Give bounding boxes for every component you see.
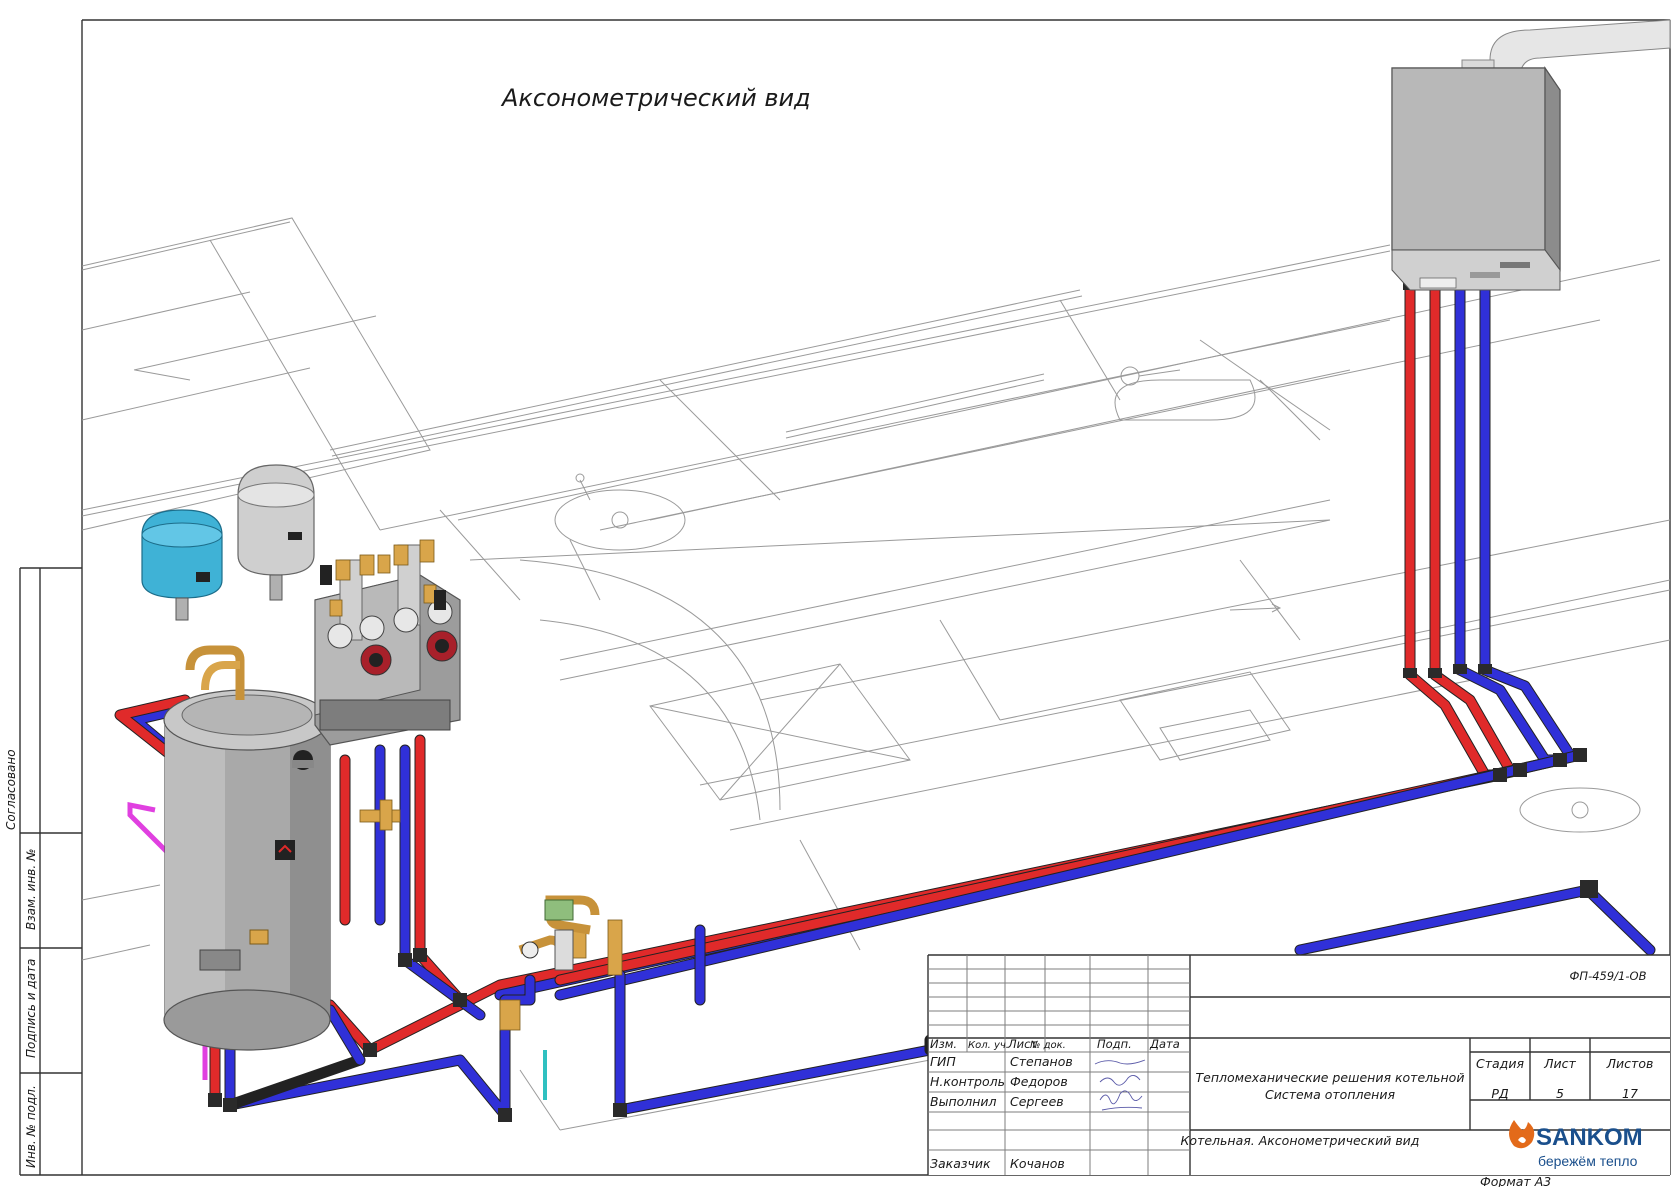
expansion-tank-blue [141,509,223,621]
role-norm-control: Н.контроль [930,1074,1005,1089]
role-gip: ГИП [930,1054,956,1069]
role-customer: Заказчик [930,1156,991,1171]
col-signature: Подп. [1097,1037,1132,1051]
name-gip: Степанов [1010,1054,1073,1069]
stage-header: Стадия [1476,1056,1524,1071]
col-change: Изм. [930,1037,957,1051]
pump-manifold [314,539,461,746]
title-block: ФП-459/1-ОВ Изм. Кол. уч. Лист № док. По… [927,954,1670,1175]
storage-cylinder [163,689,331,1051]
name-executor: Сергеев [1010,1094,1064,1109]
name-norm-control: Федоров [1010,1074,1068,1089]
side-label-agreed: Согласовано [4,749,18,830]
drawing-sheet: Согласовано Взам. инв. № Подпись и дата … [4,19,1671,1187]
side-stamp: Согласовано Взам. инв. № Подпись и дата … [4,749,38,1168]
expansion-tank-grey [237,464,315,601]
sheets-header: Листов [1606,1056,1654,1071]
name-customer: Кочанов [1010,1156,1065,1171]
brand-name: SANKOM [1536,1124,1643,1151]
stage-value: РД [1491,1086,1509,1101]
col-date: Дата [1149,1037,1180,1051]
side-label-sign-date: Подпись и дата [24,959,38,1058]
brand-slogan: бережём тепло [1538,1153,1638,1169]
sheet-title: Котельная. Аксонометрический вид [1181,1133,1420,1148]
sheet-header: Лист [1543,1056,1576,1071]
format-label: Формат А3 [1480,1174,1551,1187]
col-count: Кол. уч. [968,1040,1009,1051]
wall-boiler [1391,19,1671,291]
side-label-inv-original: Инв. № подл. [24,1085,38,1168]
side-label-replace-inv: Взам. инв. № [24,849,38,930]
col-doc: № док. [1029,1040,1066,1051]
role-executor: Выполнил [930,1094,997,1109]
project-line-1: Тепломеханические решения котельной [1196,1070,1465,1085]
drawing-code: ФП-459/1-ОВ [1570,969,1647,983]
sheets-value: 17 [1622,1086,1638,1101]
project-line-2: Система отопления [1265,1087,1395,1102]
drawing-title: Аксонометрический вид [500,84,811,112]
sheet-value: 5 [1556,1086,1564,1101]
